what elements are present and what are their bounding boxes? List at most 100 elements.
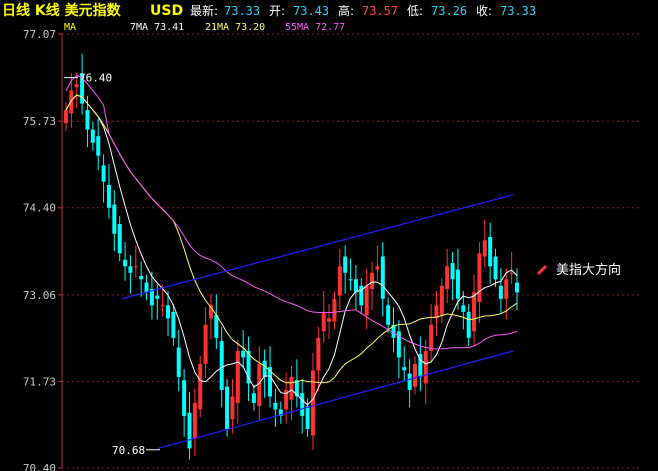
- low-label: 70.68: [112, 444, 145, 457]
- candle-body: [171, 311, 176, 338]
- ma21-line: [65, 94, 518, 384]
- candle-body: [327, 318, 332, 322]
- y-tick-label-2: 74.40: [23, 202, 56, 215]
- candle-body: [187, 412, 192, 449]
- y-tick-label-1: 75.73: [23, 115, 56, 128]
- candle-body: [192, 402, 197, 439]
- candle-body: [241, 350, 246, 358]
- candle-body: [310, 370, 315, 436]
- candle-body: [461, 305, 466, 312]
- candle-body: [450, 263, 455, 280]
- candle-body: [445, 266, 450, 290]
- candle-body: [472, 292, 477, 332]
- header-value-4: 73.33: [500, 4, 536, 18]
- candle-body: [139, 276, 144, 280]
- candle-body: [123, 259, 128, 267]
- ma-label: MA: [64, 22, 76, 33]
- candle-body: [364, 285, 369, 316]
- candle-body: [214, 315, 219, 338]
- candle-body: [230, 396, 235, 420]
- candle-body: [155, 295, 160, 299]
- candle-body: [203, 324, 208, 364]
- ma-legend-1: 21MA 73.20: [205, 22, 265, 33]
- header-label-1: 开:: [269, 4, 285, 18]
- pencil-icon: [536, 264, 548, 276]
- annotation-text: 美指大方向: [556, 262, 621, 278]
- candle-body: [96, 136, 101, 156]
- candle-body: [332, 298, 337, 322]
- candle-body: [101, 165, 106, 182]
- candle-body: [64, 110, 68, 124]
- candle-body: [251, 393, 256, 403]
- candle-body: [412, 363, 417, 387]
- candle-body: [407, 373, 412, 390]
- header-label-3: 低:: [407, 4, 423, 18]
- candle-body: [262, 360, 267, 377]
- header-value-1: 73.43: [293, 4, 329, 18]
- header-label-2: 高:: [338, 3, 354, 18]
- candle-body: [117, 223, 122, 254]
- candle-body: [225, 386, 230, 429]
- candle-body: [515, 282, 519, 293]
- ma-legend-0: 7MA 73.41: [130, 22, 184, 33]
- candle-body: [128, 266, 133, 273]
- candle-body: [455, 269, 460, 299]
- candle-body: [198, 363, 203, 410]
- candle-body: [386, 305, 391, 325]
- candle-body: [300, 393, 305, 416]
- candle-body: [166, 305, 171, 319]
- candle-body: [305, 406, 310, 429]
- candle-body: [402, 367, 407, 371]
- candle-body: [337, 266, 342, 296]
- y-tick-label-0: 77.07: [23, 28, 56, 41]
- candle-body: [182, 380, 187, 416]
- candle-body: [160, 305, 165, 307]
- candle-body: [219, 341, 224, 390]
- candle-body: [466, 311, 471, 338]
- price-chart: 日线 K线 美元指数 USD 最新: 73.33 开: 73.43 高: 73.57 低: 73.…: [0, 0, 658, 471]
- channel-lower-line: [157, 350, 514, 450]
- candle-body: [257, 363, 262, 407]
- candle-body: [370, 272, 375, 290]
- y-tick-label-4: 71.73: [23, 375, 56, 388]
- ma7-line: [65, 94, 518, 406]
- candle-body: [504, 279, 509, 299]
- candle-body: [509, 272, 514, 274]
- candle-body: [144, 282, 149, 293]
- candle-body: [289, 376, 294, 400]
- candle-body: [353, 279, 358, 293]
- candle-body: [235, 350, 240, 403]
- candle-body: [493, 256, 498, 280]
- header-value-2: 73.57: [362, 4, 398, 18]
- header-label-0: 最新:: [190, 3, 218, 18]
- candle-body: [106, 184, 111, 208]
- candle-body: [321, 311, 326, 332]
- candle-body: [348, 279, 353, 281]
- high-label: 76.40: [79, 72, 112, 85]
- candle-body: [133, 266, 138, 268]
- header-label-4: 收:: [476, 4, 492, 18]
- candle-body: [482, 240, 487, 257]
- candle-body: [423, 350, 428, 384]
- candle-body: [273, 402, 278, 410]
- ma-legend-2: 55MA 72.77: [285, 22, 345, 33]
- candle-body: [375, 266, 380, 270]
- candle-body: [380, 256, 385, 299]
- candle-body: [429, 324, 434, 351]
- candle-body: [343, 256, 348, 273]
- candle-body: [85, 110, 90, 130]
- y-tick-label-5: 70.40: [23, 462, 56, 471]
- currency-label: USD: [150, 3, 183, 19]
- chart-title: 日线 K线 美元指数: [2, 2, 122, 19]
- candle-body: [176, 347, 181, 377]
- candle-body: [112, 204, 117, 234]
- candle-body: [439, 285, 444, 316]
- channel-upper-line: [121, 194, 514, 300]
- candle-body: [488, 237, 493, 267]
- candle-body: [90, 129, 95, 143]
- header-value-0: 73.33: [224, 4, 260, 18]
- header-value-3: 73.26: [431, 4, 467, 18]
- candle-body: [477, 253, 482, 303]
- candle-body: [316, 337, 321, 371]
- candle-body: [498, 285, 503, 299]
